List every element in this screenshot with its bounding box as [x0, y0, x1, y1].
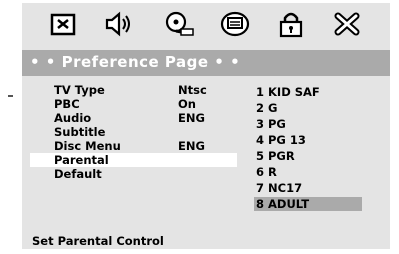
menu-item-audio[interactable]: Audio ENG: [30, 111, 237, 125]
menu-item-label: Subtitle: [54, 125, 106, 139]
rating-option-4[interactable]: 4 PG 13: [254, 133, 362, 147]
menu-item-label: TV Type: [54, 83, 105, 97]
menu-item-pbc[interactable]: PBC On: [30, 97, 237, 111]
status-message: Set Parental Control: [32, 234, 164, 248]
menu-item-label: Audio: [54, 111, 92, 125]
rating-option-6[interactable]: 6 R: [254, 165, 362, 179]
menu-item-value: Ntsc: [178, 83, 207, 97]
preference-icon[interactable]: [220, 10, 250, 38]
page-header: • • Preference Page • •: [22, 50, 390, 76]
audio-speaker-icon[interactable]: [103, 10, 133, 38]
rating-option-3[interactable]: 3 PG: [254, 117, 362, 131]
rating-option-2[interactable]: 2 G: [254, 101, 362, 115]
menu-item-label: PBC: [54, 97, 80, 111]
menu-item-label: Parental: [54, 153, 109, 167]
menu-item-value: ENG: [178, 139, 205, 153]
menu-item-disc-menu[interactable]: Disc Menu ENG: [30, 139, 237, 153]
rating-option-7[interactable]: 7 NC17: [254, 181, 362, 195]
menu-item-subtitle[interactable]: Subtitle: [30, 125, 237, 139]
video-film-icon[interactable]: [164, 10, 194, 38]
menu-item-label: Default: [54, 167, 102, 181]
exit-icon[interactable]: [332, 10, 362, 38]
menu-item-value: ENG: [178, 111, 205, 125]
setup-toolbar: [22, 3, 390, 43]
page-title: • • Preference Page • •: [30, 53, 241, 71]
rating-option-8[interactable]: 8 ADULT: [254, 197, 362, 211]
rating-option-5[interactable]: 5 PGR: [254, 149, 362, 163]
menu-item-parental[interactable]: Parental: [30, 153, 237, 167]
dvd-setup-panel: • • Preference Page • • TV Type Ntsc PBC…: [22, 3, 390, 249]
menu-item-label: Disc Menu: [54, 139, 121, 153]
menu-item-default[interactable]: Default: [30, 167, 237, 181]
menu-item-value: On: [178, 97, 196, 111]
stray-mark: [8, 95, 13, 97]
password-lock-icon[interactable]: [276, 10, 306, 38]
general-setup-icon[interactable]: [48, 10, 78, 38]
menu-item-tv-type[interactable]: TV Type Ntsc: [30, 83, 237, 97]
rating-option-1[interactable]: 1 KID SAF: [254, 85, 362, 99]
